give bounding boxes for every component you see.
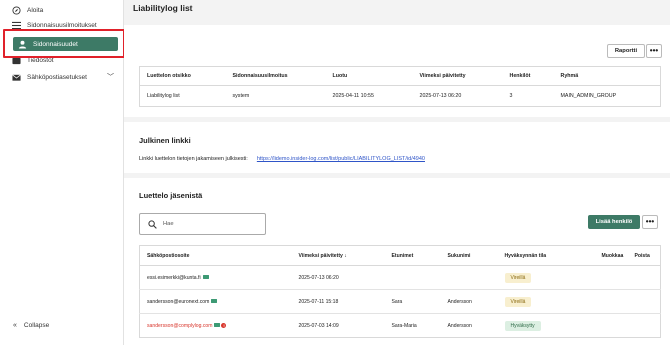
section-title: Julkinen linkki bbox=[139, 136, 191, 145]
summary-table: Luettelon otsikko Sidonnaisuusilmoitus L… bbox=[139, 66, 661, 107]
sidebar-item-aloita[interactable]: Aloita bbox=[12, 3, 43, 17]
sidebar-item-label: Sidonnaisuusilmoitukset bbox=[27, 21, 97, 29]
search-placeholder: Hae bbox=[163, 221, 174, 227]
status-badge: Hyväksytty bbox=[504, 320, 541, 331]
column-header: Henkilöt bbox=[502, 66, 554, 86]
table-cell: 2025-04-11 10:55 bbox=[332, 93, 374, 99]
delete-cell[interactable] bbox=[627, 265, 661, 290]
table-cell: 2025-07-13 06:20 bbox=[419, 93, 462, 99]
public-link-url[interactable]: https://lidemo.insider-log.com/list/publ… bbox=[257, 156, 425, 162]
column-header-status: Hyväksynnän tila bbox=[497, 245, 595, 266]
sidebar-item-sidonnaisuusilmoitukset[interactable]: Sidonnaisuusilmoitukset ︿ bbox=[12, 20, 97, 30]
user-icon bbox=[18, 40, 27, 49]
column-header: Sidonnaisuusilmoitus bbox=[225, 66, 326, 86]
collapse-button[interactable]: « Collapse bbox=[13, 322, 49, 329]
column-header-delete: Poista bbox=[627, 245, 661, 266]
column-header-first-name: Etunimet bbox=[384, 245, 441, 266]
edit-cell[interactable] bbox=[594, 289, 628, 314]
sidebar-item-sidonnaisuudet[interactable]: Sidonnaisuudet bbox=[13, 37, 118, 51]
mail-icon bbox=[211, 299, 218, 304]
last-name-cell bbox=[440, 265, 498, 290]
report-button[interactable]: Raportti bbox=[607, 44, 645, 58]
first-name-cell: Sara bbox=[384, 289, 441, 314]
public-link-text: Linkki luettelon tietojen jakamiseen jul… bbox=[139, 156, 248, 162]
sidebar-item-label: Aloita bbox=[27, 6, 44, 14]
members-table: Sähköpostiosoite Viimeksi päivitetty ↓ E… bbox=[139, 245, 661, 338]
more-options-button[interactable]: ••• bbox=[642, 215, 658, 229]
email-text: sandersson@euronext.com bbox=[147, 298, 210, 305]
edit-cell[interactable] bbox=[595, 314, 628, 338]
table-cell: MAIN_ADMIN_GROUP bbox=[560, 93, 617, 99]
updated-cell: 2025-07-03 14:09 bbox=[298, 322, 339, 329]
table-cell: system bbox=[232, 93, 250, 99]
updated-cell: 2025-07-13 06:20 bbox=[291, 265, 385, 290]
status-cell: Vireillä bbox=[497, 289, 595, 314]
table-header-row: Luettelon otsikko Sidonnaisuusilmoitus L… bbox=[139, 66, 661, 86]
table-row[interactable]: sandersson@euronext.com 2025-07-11 15:18… bbox=[139, 289, 661, 314]
sidebar-item-label: Sähköpostiasetukset bbox=[27, 73, 87, 81]
column-header: Viimeksi päivitetty bbox=[412, 66, 503, 86]
email-cell: sandersson@euronext.com bbox=[139, 289, 292, 314]
email-text: essi.esimerkki@kunta.fi bbox=[147, 274, 201, 281]
sidebar-item-sahkopostiasetukset[interactable]: Sähköpostiasetukset ﹀ bbox=[12, 70, 114, 84]
public-link-row: Linkki luettelon tietojen jakamiseen jul… bbox=[139, 156, 425, 162]
column-header-edit: Muokkaa bbox=[594, 245, 628, 266]
delete-cell[interactable] bbox=[627, 289, 661, 314]
sidebar-item-label: Sidonnaisuudet bbox=[33, 40, 78, 48]
status-cell: Vireillä bbox=[497, 265, 595, 290]
error-icon: ! bbox=[221, 322, 227, 328]
column-header: Ryhmä bbox=[553, 66, 661, 86]
email-cell: sandersson@complylog.com! bbox=[140, 314, 292, 338]
table-cell: 3 bbox=[509, 93, 513, 99]
compass-icon bbox=[12, 5, 21, 15]
column-header: Luotu bbox=[325, 66, 413, 86]
table-row: Liabilitylog list system 2025-04-11 10:5… bbox=[140, 86, 661, 107]
table-header-row: Sähköpostiosoite Viimeksi päivitetty ↓ E… bbox=[139, 245, 661, 266]
column-header-last-name: Sukunimi bbox=[440, 245, 498, 266]
table-row[interactable]: sandersson@complylog.com! 2025-07-03 14:… bbox=[140, 314, 661, 338]
mail-icon bbox=[214, 323, 221, 328]
status-badge: Vireillä bbox=[504, 272, 532, 283]
email-text: sandersson@complylog.com bbox=[147, 322, 213, 329]
members-card: Luettelo jäsenistä Hae Lisää henkilö •••… bbox=[124, 178, 670, 345]
sidebar: Aloita Sidonnaisuusilmoitukset ︿ Sidonna… bbox=[0, 0, 125, 345]
double-chevron-left-icon: « bbox=[13, 322, 17, 329]
add-person-button[interactable]: Lisää henkilö bbox=[588, 215, 640, 229]
email-cell: essi.esimerkki@kunta.fi bbox=[139, 265, 292, 290]
mail-icon bbox=[12, 73, 21, 82]
column-header-email: Sähköpostiosoite bbox=[139, 245, 292, 266]
last-name-cell: Andersson bbox=[440, 289, 498, 314]
column-header: Luettelon otsikko bbox=[139, 66, 226, 86]
more-options-button[interactable]: ••• bbox=[646, 44, 662, 58]
first-name-cell bbox=[384, 265, 441, 290]
sidebar-item-tiedostot[interactable]: Tiedostot bbox=[12, 55, 54, 65]
summary-card: Raportti ••• Luettelon otsikko Sidonnais… bbox=[124, 25, 670, 117]
app-root: Aloita Sidonnaisuusilmoitukset ︿ Sidonna… bbox=[0, 0, 670, 345]
search-icon bbox=[148, 219, 157, 229]
edit-cell[interactable] bbox=[594, 265, 628, 290]
search-input[interactable]: Hae bbox=[139, 213, 266, 235]
chevron-down-icon: ﹀ bbox=[107, 74, 114, 81]
public-link-card: Julkinen linkki Linkki luettelon tietoje… bbox=[124, 122, 670, 173]
last-name-cell: Andersson bbox=[447, 322, 472, 329]
collapse-label: Collapse bbox=[23, 322, 50, 329]
status-cell: Hyväksytty bbox=[498, 314, 595, 338]
folder-icon bbox=[12, 56, 21, 65]
sidebar-item-label: Tiedostot bbox=[27, 56, 54, 64]
table-cell: Liabilitylog list bbox=[147, 93, 180, 99]
delete-cell[interactable] bbox=[628, 314, 661, 338]
column-header-updated[interactable]: Viimeksi päivitetty ↓ bbox=[291, 245, 385, 266]
section-title: Luettelo jäsenistä bbox=[139, 191, 203, 200]
page-title: Liabilitylog list bbox=[133, 3, 193, 13]
first-name-cell: Sara-Maria bbox=[391, 322, 417, 329]
main-content: Liabilitylog list Raportti ••• Luettelon… bbox=[124, 0, 670, 345]
table-row[interactable]: essi.esimerkki@kunta.fi 2025-07-13 06:20… bbox=[139, 265, 661, 290]
mail-icon bbox=[202, 275, 209, 280]
list-icon bbox=[12, 21, 21, 30]
updated-cell: 2025-07-11 15:18 bbox=[291, 289, 385, 314]
status-badge: Vireillä bbox=[504, 296, 532, 307]
